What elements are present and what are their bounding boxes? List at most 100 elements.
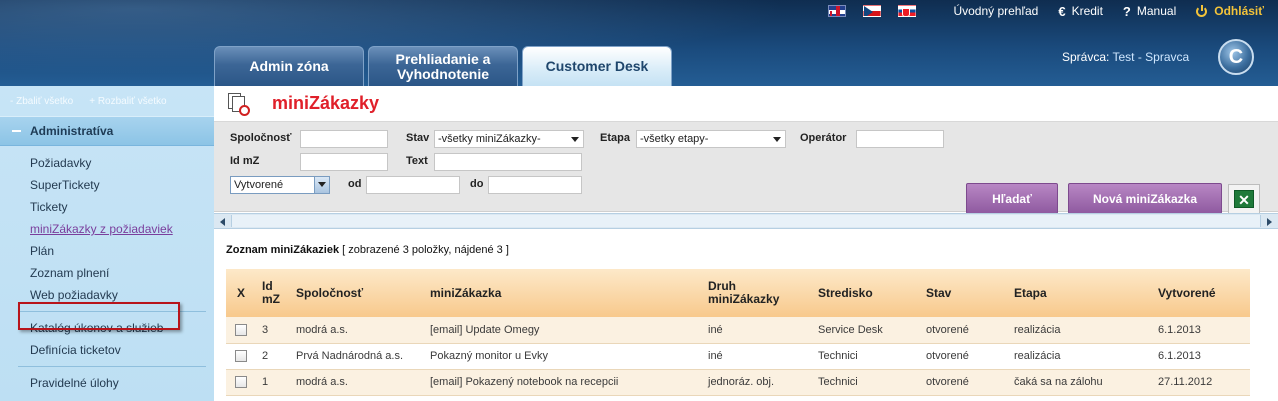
- page-title: miniZákazky: [272, 93, 380, 113]
- column-header-select: X: [226, 269, 256, 317]
- date-from-input[interactable]: [366, 176, 460, 194]
- row-center: Service Desk: [812, 317, 920, 344]
- column-header-type[interactable]: Druh miniZákazky: [702, 269, 812, 317]
- row-name[interactable]: [email] Update Omegy: [424, 317, 702, 344]
- row-company: modrá a.s.: [290, 317, 424, 344]
- sidebar-item-requests[interactable]: Požiadavky: [0, 152, 214, 174]
- excel-export-button[interactable]: ✕: [1228, 184, 1260, 214]
- row-company: Prvá Nadnárodná a.s.: [290, 343, 424, 370]
- scroll-right-icon[interactable]: [1267, 218, 1272, 226]
- manual-label: Manual: [1136, 4, 1177, 18]
- tab-review-evaluation[interactable]: Prehliadanie a Vyhodnotenie: [368, 46, 518, 86]
- tab-admin-zone[interactable]: Admin zóna: [214, 46, 364, 86]
- euro-icon: €: [1058, 3, 1066, 19]
- column-header-center[interactable]: Stredisko: [812, 269, 920, 317]
- new-minizakazka-button-label: Nová miniZákazka: [1092, 191, 1198, 206]
- sidebar-item-fulfillments[interactable]: Zoznam plnení: [0, 262, 214, 284]
- row-company: modrá a.s.: [290, 369, 424, 396]
- column-header-company[interactable]: Spoločnosť: [290, 269, 424, 317]
- cz-flag-icon[interactable]: [863, 5, 882, 17]
- sidebar-section-administration[interactable]: Administratíva: [0, 116, 214, 146]
- status-select[interactable]: -všetky miniZákazky-: [434, 130, 584, 148]
- main-content: miniZákazky Spoločnosť Stav -všetky mini…: [214, 86, 1278, 401]
- app-header: Úvodný prehľad € Kredit ? Manual Odhlási…: [0, 0, 1278, 86]
- uk-flag-icon[interactable]: [828, 5, 847, 17]
- sidebar: - Zbaliť všetko + Rozbaliť všetko Admini…: [0, 86, 214, 401]
- row-name[interactable]: [email] Pokazený notebook na recepcii: [424, 369, 702, 396]
- row-center: Technici: [812, 343, 920, 370]
- date-type-value: Vytvorené: [234, 179, 284, 191]
- operator-input[interactable]: [856, 130, 944, 148]
- documents-clock-icon: [228, 92, 250, 116]
- scroll-track[interactable]: [231, 215, 1261, 227]
- row-status: otvorené: [920, 317, 1008, 344]
- status-label: Stav: [406, 132, 430, 144]
- row-id: 2: [256, 343, 290, 370]
- question-icon: ?: [1122, 3, 1131, 19]
- manual-link[interactable]: ? Manual: [1123, 4, 1176, 19]
- row-name[interactable]: Pokazný monitor u Evky: [424, 343, 702, 370]
- row-checkbox[interactable]: [235, 323, 247, 336]
- table-row[interactable]: 2 Prvá Nadnárodná a.s. Pokazný monitor u…: [226, 343, 1250, 370]
- column-header-status[interactable]: Stav: [920, 269, 1008, 317]
- expand-all-link[interactable]: + Rozbaliť všetko: [89, 96, 166, 107]
- main-tabs: Admin zóna Prehliadanie a Vyhodnotenie C…: [214, 46, 676, 86]
- row-created: 6.1.2013: [1152, 343, 1250, 370]
- column-header-stage[interactable]: Etapa: [1008, 269, 1152, 317]
- chevron-down-icon: [773, 137, 781, 142]
- column-header-created[interactable]: Vytvorené: [1152, 269, 1250, 317]
- sidebar-item-supertickets[interactable]: SuperTickety: [0, 174, 214, 196]
- sidebar-item-regular-tasks[interactable]: Pravidelné úlohy: [0, 372, 214, 394]
- sidebar-item-minizakazky[interactable]: miniZákazky z požiadaviek: [0, 218, 214, 240]
- stage-select[interactable]: -všetky etapy-: [636, 130, 786, 148]
- tab-review-evaluation-label: Prehliadanie a Vyhodnotenie: [395, 50, 491, 82]
- tab-customer-desk[interactable]: Customer Desk: [522, 46, 672, 86]
- sidebar-item-ticket-definition[interactable]: Definícia ticketov: [0, 339, 214, 361]
- row-checkbox[interactable]: [235, 376, 247, 389]
- admin-info: Správca: Test - Spravca: [1062, 50, 1189, 64]
- sidebar-section-label: Administratíva: [30, 124, 114, 138]
- chevron-down-icon: [318, 182, 326, 187]
- date-to-label: do: [470, 178, 484, 190]
- sk-flag-icon[interactable]: [898, 5, 917, 17]
- sidebar-item-tickets[interactable]: Tickety: [0, 196, 214, 218]
- minizakazky-table: X Id mZ Spoločnosť miniZákazka Druh mini…: [226, 269, 1250, 396]
- column-header-id[interactable]: Id mZ: [256, 269, 290, 317]
- row-status: otvorené: [920, 343, 1008, 370]
- collapse-all-link[interactable]: - Zbaliť všetko: [10, 96, 73, 107]
- admin-name[interactable]: Test - Spravca: [1112, 50, 1189, 64]
- sidebar-item-web-requests[interactable]: Web požiadavky: [0, 284, 214, 306]
- credit-label: Kredit: [1071, 4, 1103, 18]
- search-button[interactable]: Hľadať: [966, 183, 1058, 214]
- date-to-input[interactable]: [488, 176, 582, 194]
- company-label: Spoločnosť: [230, 132, 292, 144]
- text-input[interactable]: [434, 153, 582, 171]
- row-status: otvorené: [920, 369, 1008, 396]
- date-type-dropdown-button[interactable]: [314, 177, 329, 193]
- sidebar-item-catalog[interactable]: Katalóg úkonov a služieb: [0, 317, 214, 339]
- tab-customer-desk-label: Customer Desk: [545, 58, 649, 74]
- credit-link[interactable]: € Kredit: [1058, 4, 1103, 19]
- company-input[interactable]: [300, 130, 388, 148]
- idmz-input[interactable]: [300, 153, 388, 171]
- table-row[interactable]: 1 modrá a.s. [email] Pokazený notebook n…: [226, 369, 1250, 396]
- logout-label: Odhlásiť: [1214, 4, 1264, 18]
- logout-link[interactable]: Odhlásiť: [1196, 4, 1264, 18]
- top-bar: Úvodný prehľad € Kredit ? Manual Odhlási…: [828, 0, 1278, 22]
- date-type-select[interactable]: Vytvorené: [230, 176, 330, 194]
- table-row[interactable]: 3 modrá a.s. [email] Update Omegy iné Se…: [226, 317, 1250, 344]
- scroll-left-icon[interactable]: [220, 218, 225, 226]
- text-label: Text: [406, 155, 428, 167]
- home-overview-link[interactable]: Úvodný prehľad: [953, 4, 1038, 18]
- row-created: 27.11.2012: [1152, 369, 1250, 396]
- row-checkbox[interactable]: [235, 350, 247, 363]
- stage-select-value: -všetky etapy-: [640, 133, 709, 145]
- row-type: iné: [702, 317, 812, 344]
- sidebar-item-plan[interactable]: Plán: [0, 240, 214, 262]
- list-title-text: Zoznam miniZákaziek: [226, 244, 340, 256]
- excel-icon: ✕: [1234, 190, 1254, 208]
- page-header: miniZákazky: [214, 86, 1278, 122]
- column-header-minizakazka[interactable]: miniZákazka: [424, 269, 702, 317]
- horizontal-scrollbar[interactable]: [214, 213, 1278, 229]
- new-minizakazka-button[interactable]: Nová miniZákazka: [1068, 183, 1222, 214]
